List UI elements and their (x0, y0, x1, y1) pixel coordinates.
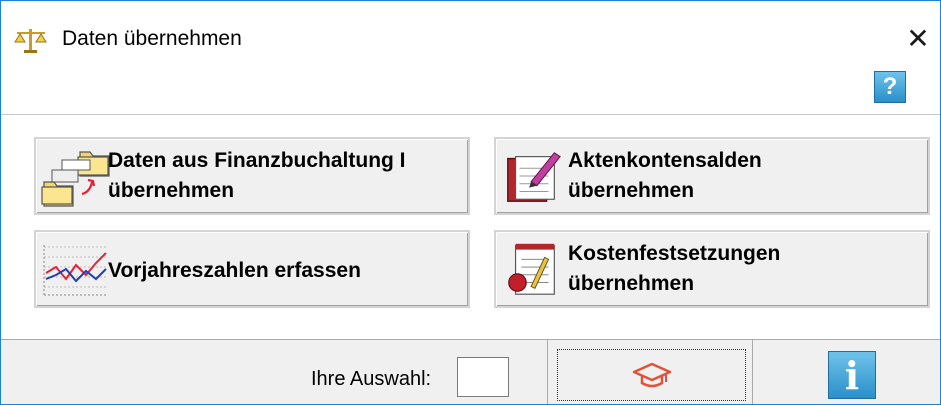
selection-input[interactable] (457, 357, 509, 397)
window-title: Daten übernehmen (62, 27, 242, 50)
folders-transfer-icon (41, 151, 110, 207)
kostenfestsetzungen-button[interactable]: Kostenfestsetzungen übernehmen (494, 230, 930, 308)
help-button[interactable]: ? (874, 71, 906, 103)
selection-label: Ihre Auswahl: (311, 368, 432, 390)
aktenkontensalden-button[interactable]: Aktenkontensalden übernehmen (494, 137, 930, 215)
header-separator (1, 114, 940, 115)
info-button[interactable]: i (828, 351, 876, 399)
vorjahreszahlen-label: Vorjahreszahlen erfassen (108, 259, 361, 282)
footer-divider (547, 340, 548, 404)
training-button[interactable] (557, 349, 746, 401)
finanzbuchhaltung-label-line1: Daten aus Finanzbuchaltung I (108, 149, 406, 172)
title-bar: Daten übernehmen ✕ (1, 1, 940, 63)
kostenfestsetzungen-label-line1: Kostenfestsetzungen (568, 242, 781, 265)
finanzbuchhaltung-label-line2: übernehmen (108, 179, 235, 202)
aktenkontensalden-label-line1: Aktenkontensalden (568, 149, 762, 172)
close-icon: ✕ (906, 22, 930, 54)
help-icon: ? (882, 73, 898, 100)
finanzbuchhaltung-button[interactable]: Daten aus Finanzbuchaltung I übernehmen (34, 137, 470, 215)
mortarboard-icon (632, 362, 671, 388)
footer-bar: Ihre Auswahl: i (1, 339, 940, 404)
line-chart-icon (43, 245, 108, 296)
aktenkontensalden-label-line2: übernehmen (568, 179, 695, 202)
dialog-window: Daten übernehmen ✕ ? Daten aus Finanzbuc… (0, 0, 941, 405)
ledger-pen-icon (507, 152, 561, 202)
vorjahreszahlen-button[interactable]: Vorjahreszahlen erfassen (34, 230, 470, 308)
close-button[interactable]: ✕ (895, 17, 940, 59)
notepad-stamp-icon (508, 243, 555, 295)
footer-divider (752, 340, 753, 404)
info-icon: i (844, 352, 860, 398)
kostenfestsetzungen-label-line2: übernehmen (568, 272, 695, 295)
scales-icon (14, 29, 47, 53)
